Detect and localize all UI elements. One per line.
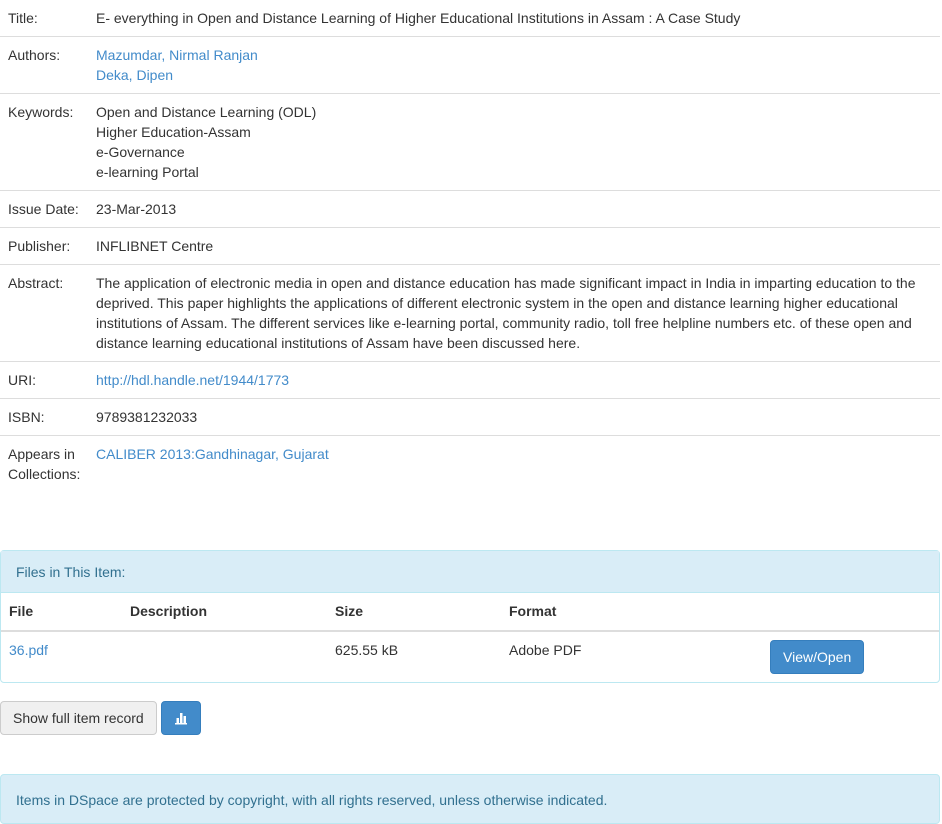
bar-chart-icon bbox=[175, 713, 187, 725]
metadata-row-isbn: ISBN: 9789381232033 bbox=[0, 398, 940, 436]
issue-date: 23-Mar-2013 bbox=[88, 190, 940, 228]
view-open-button[interactable]: View/Open bbox=[770, 640, 865, 674]
authors-label: Authors: bbox=[0, 36, 88, 94]
metadata-row-authors: Authors: Mazumdar, Nirmal Ranjan Deka, D… bbox=[0, 36, 940, 94]
metadata-row-abstract: Abstract: The application of electronic … bbox=[0, 264, 940, 362]
item-metadata-table: Title: E- everything in Open and Distanc… bbox=[0, 0, 940, 492]
uri-link[interactable]: http://hdl.handle.net/1944/1773 bbox=[96, 372, 289, 388]
abstract-label: Abstract: bbox=[0, 264, 88, 362]
statistics-button[interactable] bbox=[161, 701, 201, 735]
metadata-row-uri: URI: http://hdl.handle.net/1944/1773 bbox=[0, 361, 940, 399]
keyword: e-learning Portal bbox=[96, 164, 199, 180]
metadata-row-collections: Appears in Collections: CALIBER 2013:Gan… bbox=[0, 436, 940, 493]
uri-label: URI: bbox=[0, 361, 88, 399]
files-table-header: File Description Size Format bbox=[1, 593, 939, 632]
keyword: Higher Education-Assam bbox=[96, 124, 251, 140]
keyword: Open and Distance Learning (ODL) bbox=[96, 104, 317, 120]
keyword: e-Governance bbox=[96, 144, 185, 160]
collection-link[interactable]: CALIBER 2013:Gandhinagar, Gujarat bbox=[96, 446, 329, 462]
column-header-format: Format bbox=[501, 593, 762, 632]
author-link[interactable]: Mazumdar, Nirmal Ranjan bbox=[96, 47, 258, 63]
metadata-row-publisher: Publisher: INFLIBNET Centre bbox=[0, 227, 940, 265]
file-link[interactable]: 36.pdf bbox=[9, 642, 48, 658]
abstract: The application of electronic media in o… bbox=[88, 264, 940, 362]
file-description bbox=[122, 631, 327, 682]
column-header-action bbox=[762, 593, 939, 632]
collections-label: Appears in Collections: bbox=[8, 446, 81, 482]
metadata-row-issue-date: Issue Date: 23-Mar-2013 bbox=[0, 190, 940, 228]
keywords-label: Keywords: bbox=[0, 93, 88, 191]
table-row: 36.pdf 625.55 kB Adobe PDF View/Open bbox=[1, 631, 939, 682]
author-link[interactable]: Deka, Dipen bbox=[96, 67, 173, 83]
column-header-description: Description bbox=[122, 593, 327, 632]
issue-date-label: Issue Date: bbox=[0, 190, 88, 228]
copyright-text: Items in DSpace are protected by copyrig… bbox=[16, 792, 608, 808]
show-full-record-button[interactable]: Show full item record bbox=[0, 701, 157, 735]
column-header-file: File bbox=[1, 593, 122, 632]
title-label: Title: bbox=[0, 0, 88, 37]
files-panel-heading: Files in This Item: bbox=[1, 551, 939, 593]
copyright-notice: Items in DSpace are protected by copyrig… bbox=[0, 774, 940, 824]
metadata-row-keywords: Keywords: Open and Distance Learning (OD… bbox=[0, 93, 940, 191]
publisher-label: Publisher: bbox=[0, 227, 88, 265]
item-title: E- everything in Open and Distance Learn… bbox=[88, 0, 940, 37]
metadata-row-title: Title: E- everything in Open and Distanc… bbox=[0, 0, 940, 37]
isbn: 9789381232033 bbox=[88, 398, 940, 436]
publisher: INFLIBNET Centre bbox=[88, 227, 940, 265]
files-panel: Files in This Item: File Description Siz… bbox=[0, 550, 940, 683]
file-format: Adobe PDF bbox=[509, 642, 582, 658]
column-header-size: Size bbox=[327, 593, 501, 632]
files-table: File Description Size Format 36.pdf 625.… bbox=[1, 593, 939, 682]
file-size: 625.55 kB bbox=[335, 642, 399, 658]
isbn-label: ISBN: bbox=[0, 398, 88, 436]
